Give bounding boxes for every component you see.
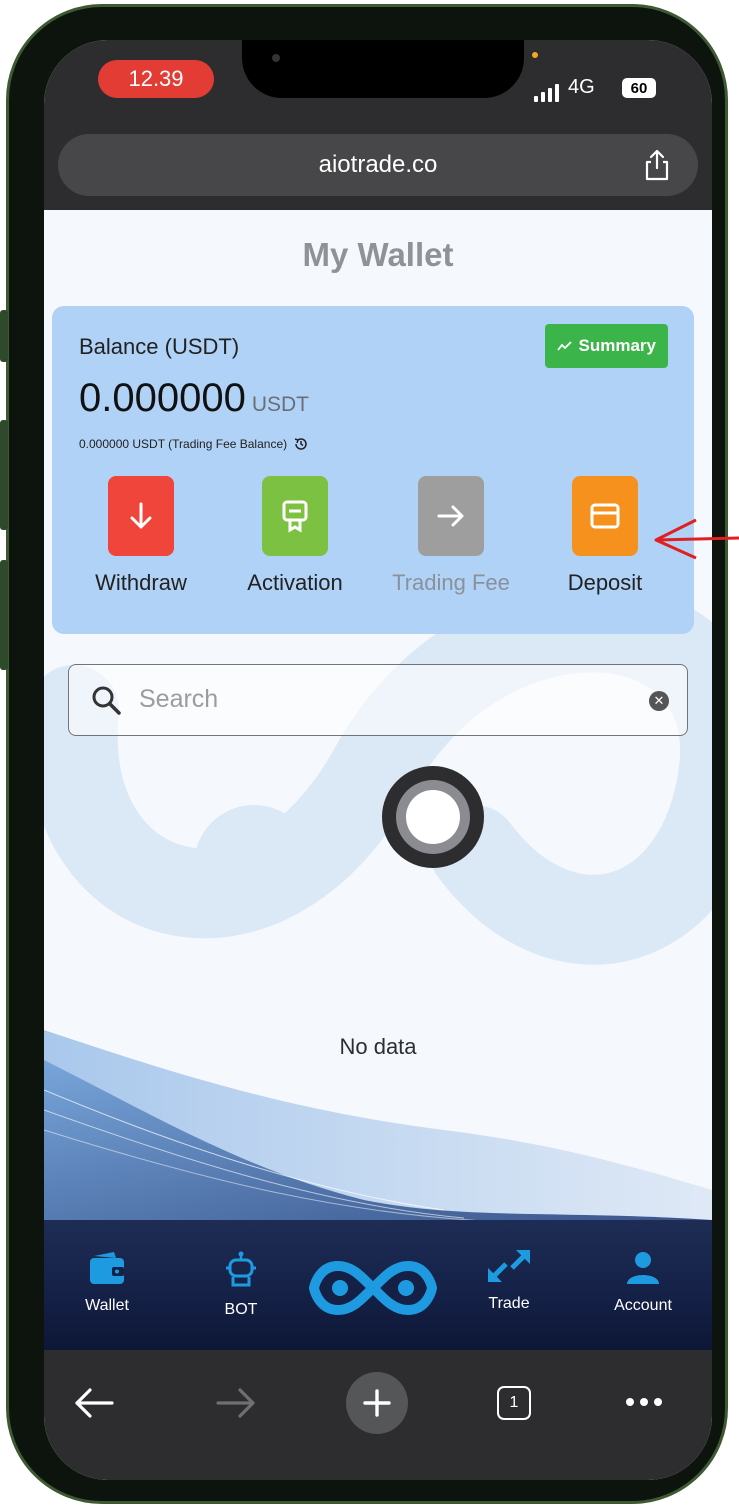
browser-toolbar: 1 bbox=[44, 1350, 712, 1480]
bottom-nav: Wallet BOT Trade Account bbox=[44, 1220, 712, 1350]
activation-tile bbox=[262, 476, 328, 556]
clear-icon[interactable]: ✕ bbox=[649, 691, 669, 711]
activation-button[interactable]: Activation bbox=[230, 476, 360, 596]
withdraw-button[interactable]: Withdraw bbox=[76, 476, 206, 596]
tabs-button[interactable]: 1 bbox=[497, 1386, 531, 1420]
back-arrow-icon[interactable] bbox=[72, 1386, 116, 1420]
camera-icon bbox=[272, 54, 280, 62]
search-field[interactable]: Search ✕ bbox=[68, 664, 688, 736]
robot-icon bbox=[226, 1251, 256, 1287]
nav-label-account: Account bbox=[614, 1297, 672, 1314]
user-icon bbox=[627, 1252, 659, 1284]
notch bbox=[242, 40, 524, 98]
side-button-volume-up bbox=[0, 420, 8, 530]
trend-icon bbox=[556, 341, 572, 351]
nav-item-trade[interactable]: Trade bbox=[454, 1248, 564, 1313]
privacy-indicator-icon bbox=[532, 52, 538, 58]
side-button-volume-down bbox=[0, 560, 8, 670]
nav-item-account[interactable]: Account bbox=[588, 1250, 698, 1315]
battery-icon: 60 bbox=[622, 78, 656, 98]
plus-icon bbox=[363, 1389, 391, 1417]
summary-button[interactable]: Summary bbox=[544, 324, 668, 368]
card-icon bbox=[590, 503, 620, 529]
search-input[interactable]: Search bbox=[139, 685, 218, 714]
balance-amount-value: 0.000000 bbox=[79, 376, 246, 420]
forward-arrow-icon[interactable] bbox=[214, 1386, 258, 1420]
arrow-down-icon bbox=[130, 502, 152, 529]
more-menu-icon[interactable] bbox=[624, 1396, 664, 1408]
balance-unit: USDT bbox=[251, 393, 310, 416]
phone-screen: 12.39 4G 60 aiotrade.co My Wallet Balanc… bbox=[44, 40, 712, 1480]
nav-label-trade: Trade bbox=[488, 1295, 530, 1312]
address-bar[interactable]: aiotrade.co bbox=[58, 134, 698, 196]
trading-fee-label: Trading Fee bbox=[392, 570, 510, 595]
trading-fee-balance-text: 0.000000 USDT (Trading Fee Balance) bbox=[79, 437, 288, 451]
nav-item-bot[interactable]: BOT bbox=[186, 1250, 296, 1319]
status-bar: 12.39 4G 60 bbox=[44, 40, 712, 134]
network-type: 4G bbox=[568, 76, 595, 98]
summary-label: Summary bbox=[578, 336, 656, 355]
trading-fee-balance: 0.000000 USDT (Trading Fee Balance) bbox=[79, 436, 309, 452]
search-icon bbox=[92, 686, 121, 715]
wallet-icon bbox=[90, 1252, 124, 1284]
status-time: 12.39 bbox=[98, 60, 214, 98]
new-tab-button[interactable] bbox=[346, 1372, 408, 1434]
trade-arrows-icon bbox=[488, 1250, 530, 1282]
nav-item-wallet[interactable]: Wallet bbox=[52, 1250, 162, 1315]
signal-icon bbox=[534, 84, 559, 102]
withdraw-label: Withdraw bbox=[95, 570, 187, 595]
page-content: My Wallet Balance (USDT) 0.000000 USDT 0.… bbox=[44, 210, 712, 1220]
arrow-right-icon bbox=[437, 505, 464, 527]
trading-fee-button[interactable]: Trading Fee bbox=[386, 476, 516, 596]
loading-spinner-center bbox=[406, 790, 460, 844]
deposit-tile bbox=[572, 476, 638, 556]
activation-label: Activation bbox=[247, 570, 343, 595]
withdraw-tile bbox=[108, 476, 174, 556]
history-icon[interactable] bbox=[293, 436, 309, 452]
certificate-icon bbox=[282, 500, 308, 533]
browser-address-area: aiotrade.co bbox=[44, 134, 712, 210]
url-text: aiotrade.co bbox=[318, 151, 438, 178]
share-icon[interactable] bbox=[642, 148, 672, 182]
annotation-arrow-icon bbox=[654, 518, 739, 560]
nav-label-bot: BOT bbox=[224, 1301, 258, 1318]
balance-amount: 0.000000 USDT bbox=[79, 376, 309, 421]
aiotrade-logo-icon[interactable] bbox=[308, 1258, 438, 1318]
balance-card: Balance (USDT) 0.000000 USDT 0.000000 USD… bbox=[52, 306, 694, 634]
side-button-silent bbox=[0, 310, 8, 362]
loading-spinner bbox=[382, 766, 484, 868]
trading-fee-tile bbox=[418, 476, 484, 556]
page-title: My Wallet bbox=[302, 236, 454, 273]
balance-label: Balance (USDT) bbox=[79, 334, 240, 359]
nav-label-wallet: Wallet bbox=[85, 1297, 129, 1314]
empty-state-text: No data bbox=[339, 1034, 417, 1059]
